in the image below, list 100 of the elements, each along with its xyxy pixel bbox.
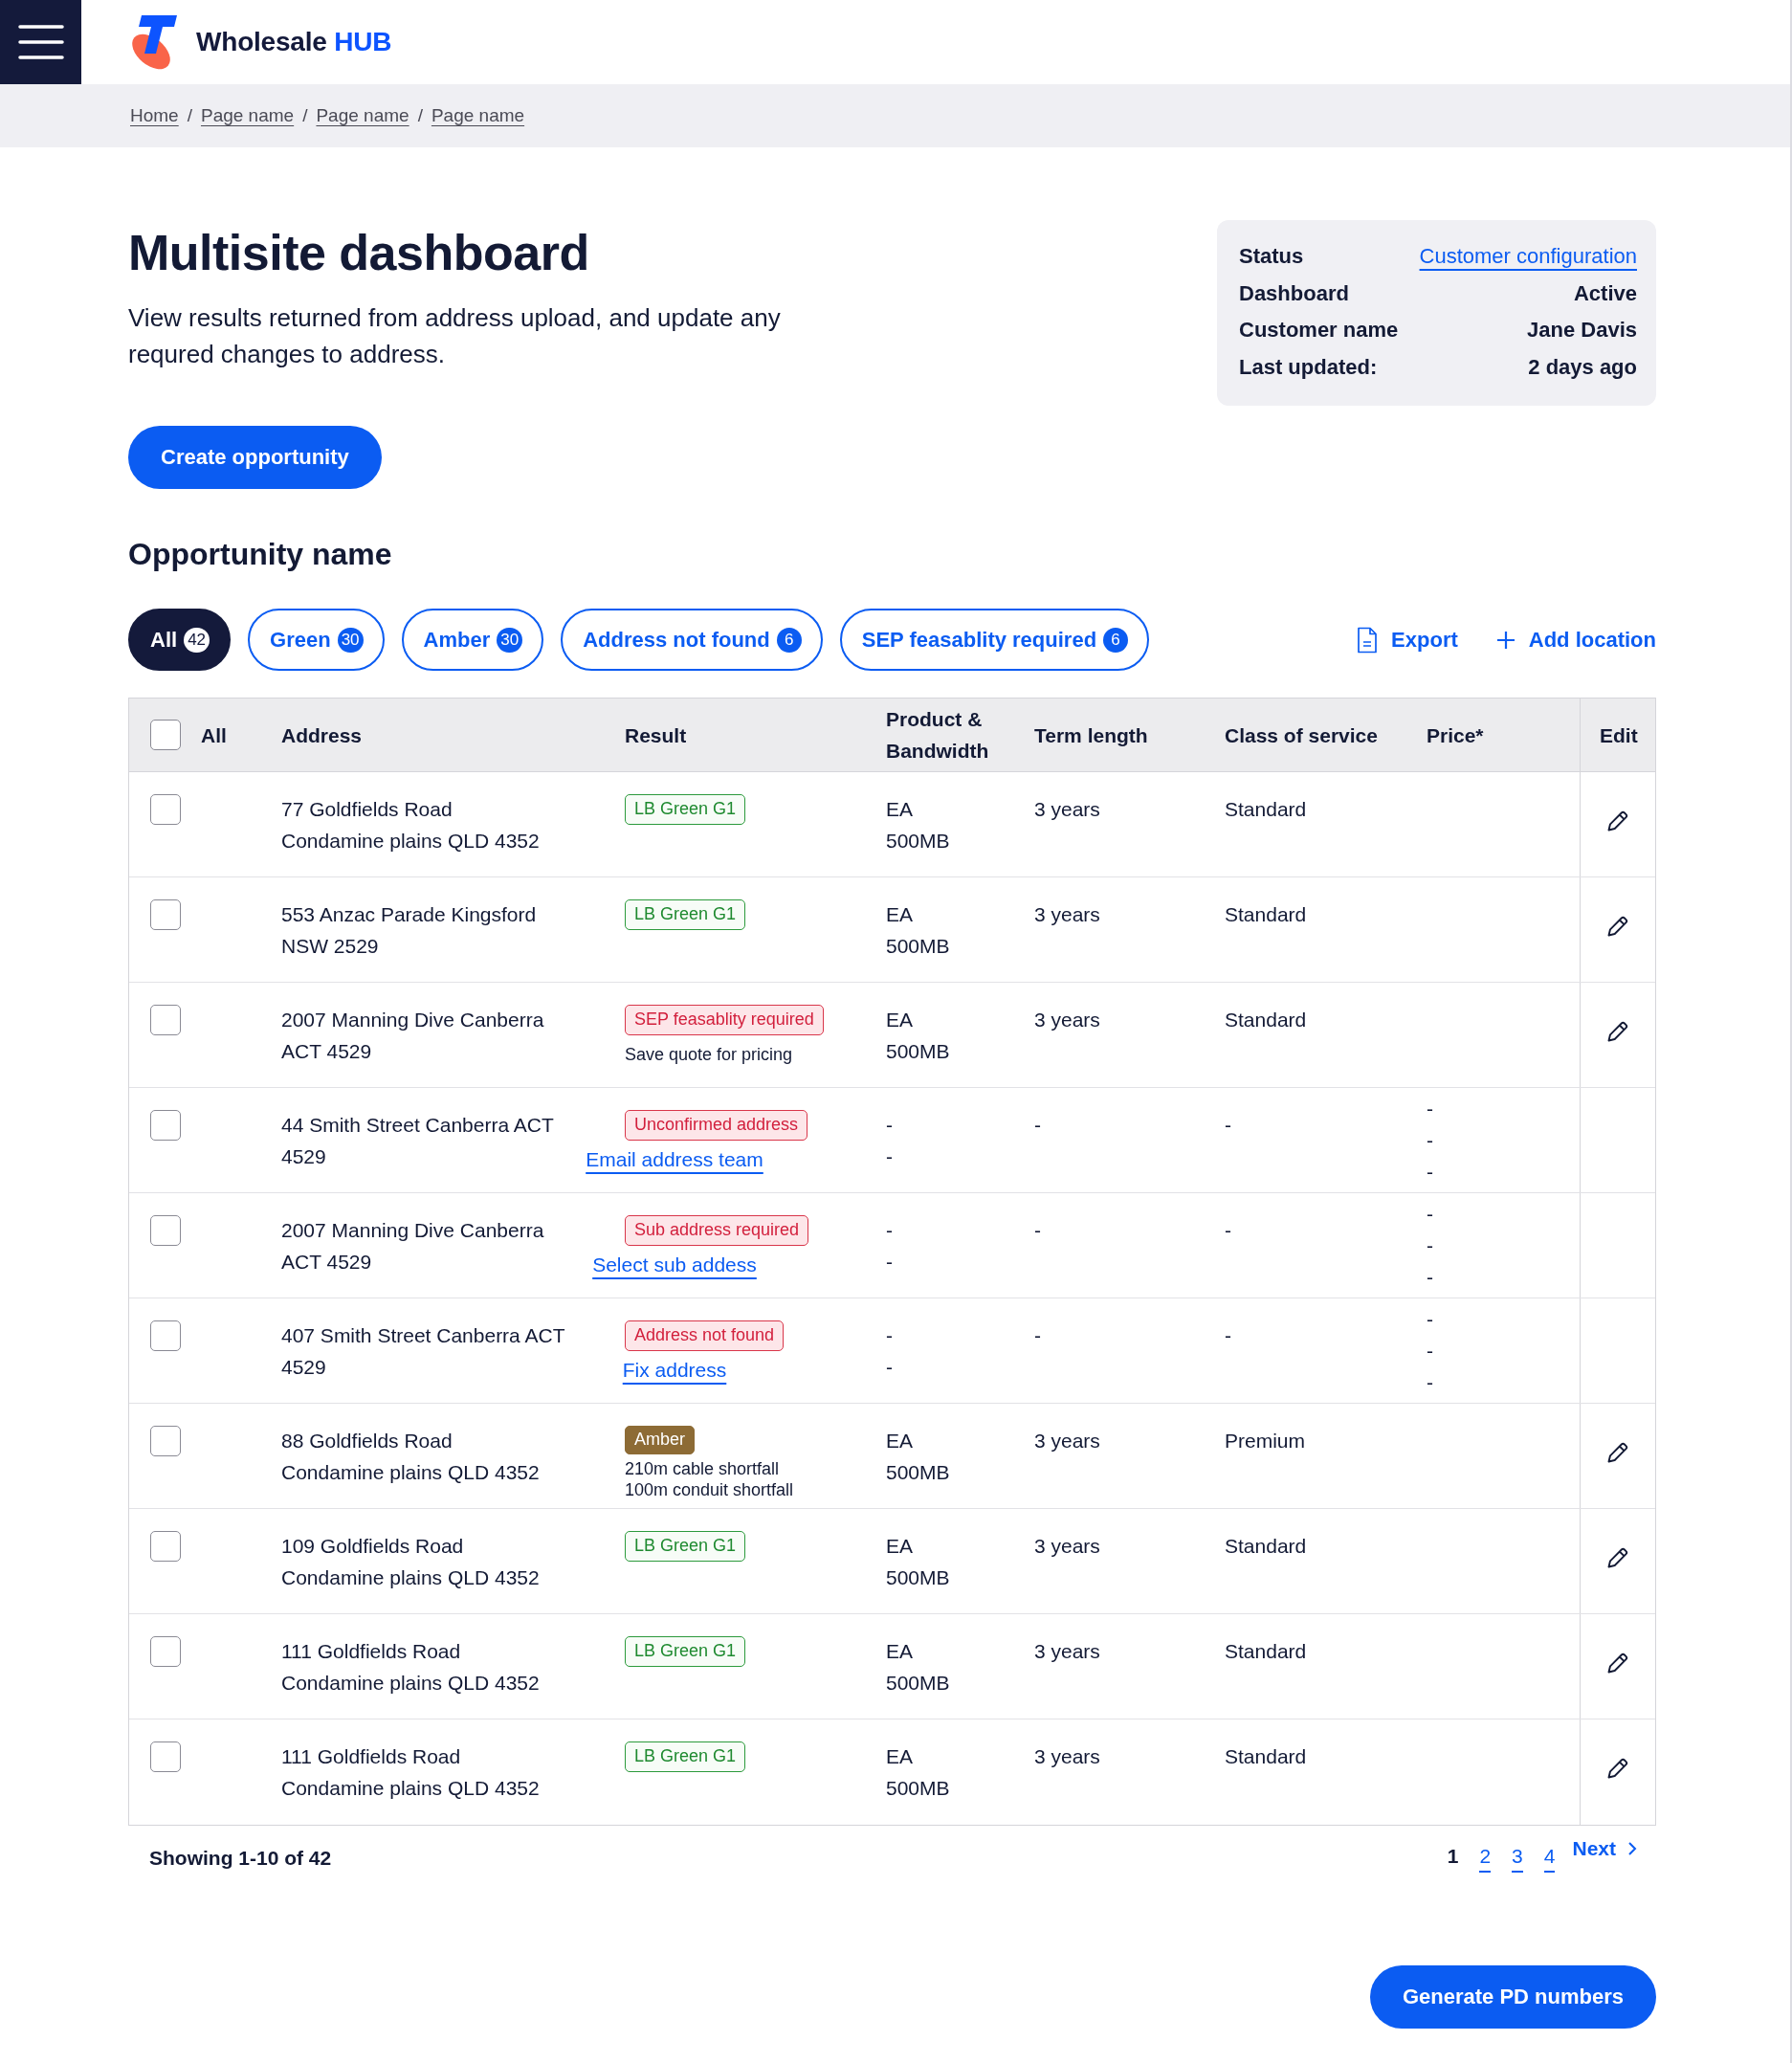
row-checkbox[interactable]: [150, 1531, 181, 1562]
result-tag: LB Green G1: [625, 1741, 746, 1772]
result-note: Save quote for pricing: [625, 1044, 793, 1065]
column-header: All: [201, 722, 227, 748]
status-value: Active: [1573, 279, 1637, 307]
page-link[interactable]: 2: [1479, 1844, 1492, 1873]
column-header: Product & Bandwidth: [886, 707, 990, 764]
service-class-cell-text: Standard: [1225, 1744, 1307, 1769]
menu-icon: [17, 25, 64, 59]
filter-chip[interactable]: Amber 30: [401, 609, 544, 671]
export-button[interactable]: Export: [1357, 626, 1458, 654]
status-label: Customer name: [1239, 317, 1399, 344]
address-cell-text: 77 Goldfields Road Condamine plains QLD 4352: [281, 797, 540, 854]
page-link[interactable]: 4: [1543, 1844, 1556, 1873]
column-header: Result: [625, 722, 687, 748]
service-class-cell-text: -: [1225, 1218, 1231, 1243]
filter-chip[interactable]: SEP feasablity required 6: [839, 609, 1150, 671]
address-cell-text: 407 Smith Street Canberra ACT 4529: [281, 1323, 565, 1380]
result-tag: LB Green G1: [625, 794, 746, 825]
brand-name: Wholesale HUB: [196, 27, 392, 57]
result-tag: Sub address required: [625, 1215, 809, 1246]
filter-chip[interactable]: All 42: [128, 609, 232, 671]
count-badge: 6: [1103, 627, 1129, 653]
row-checkbox[interactable]: [150, 1215, 181, 1246]
add-location-button[interactable]: Add location: [1495, 627, 1656, 653]
column-header: Class of service: [1225, 722, 1378, 748]
term-cell-text: 3 years: [1034, 797, 1100, 822]
column-header: Edit: [1600, 722, 1638, 748]
breadcrumb-separator: /: [417, 105, 423, 126]
address-cell-text: 2007 Manning Dive Canberra ACT 4529: [281, 1008, 544, 1064]
document-icon: [1357, 626, 1379, 654]
status-label: Dashboard: [1239, 279, 1349, 307]
filter-chip[interactable]: Address not found 6: [561, 609, 823, 671]
product-cell-text: EA 500MB: [886, 1639, 950, 1696]
next-link[interactable]: Next: [1572, 1837, 1637, 1860]
count-badge: 30: [497, 627, 523, 653]
breadcrumb-link[interactable]: Page name: [200, 105, 295, 126]
column-header: Price*: [1427, 722, 1484, 748]
action-link[interactable]: Select sub addess: [592, 1253, 757, 1276]
term-cell-text: 3 years: [1034, 1534, 1100, 1559]
status-link[interactable]: Customer configuration: [1419, 238, 1637, 276]
breadcrumb-link[interactable]: Home: [130, 105, 179, 126]
service-class-cell-text: -: [1225, 1323, 1231, 1348]
plus-icon: [1495, 630, 1515, 650]
result-tag: SEP feasablity required: [625, 1005, 824, 1035]
row-checkbox[interactable]: [150, 1110, 181, 1141]
action-link[interactable]: Email address team: [586, 1148, 763, 1170]
row-checkbox[interactable]: [150, 1741, 181, 1772]
address-cell-text: 553 Anzac Parade Kingsford NSW 2529: [281, 902, 537, 959]
term-cell-text: -: [1034, 1323, 1041, 1348]
address-cell-text: 88 Goldfields Road Condamine plains QLD 4352: [281, 1429, 540, 1485]
product-cell-text: - -: [886, 1323, 893, 1380]
product-cell-text: EA 500MB: [886, 1534, 950, 1590]
breadcrumb-link[interactable]: Page name: [316, 105, 409, 126]
service-class-cell-text: Standard: [1225, 797, 1307, 822]
address-cell-text: 111 Goldfields Road Condamine plains QLD 4352: [281, 1744, 540, 1801]
status-label: Status: [1239, 243, 1304, 270]
breadcrumb-link[interactable]: Page name: [431, 105, 525, 126]
page-link[interactable]: 3: [1512, 1844, 1523, 1873]
logo-icon: [129, 14, 177, 70]
count-badge: 30: [337, 627, 364, 653]
result-tag: Unconfirmed address: [625, 1110, 808, 1141]
row-checkbox[interactable]: [150, 1636, 181, 1667]
product-cell-text: EA 500MB: [886, 1744, 950, 1801]
term-cell-text: 3 years: [1034, 1744, 1100, 1769]
service-class-cell-text: Standard: [1225, 1639, 1307, 1664]
breadcrumb-separator: /: [187, 105, 192, 126]
row-checkbox[interactable]: [150, 1426, 181, 1456]
count-badge: 42: [184, 627, 210, 653]
row-checkbox[interactable]: [150, 794, 181, 825]
product-cell-text: - -: [886, 1218, 893, 1275]
term-cell-text: 3 years: [1034, 1429, 1100, 1453]
menu-button[interactable]: [0, 0, 81, 84]
page-description: View results returned from address upload, and update any requred changes to address.: [128, 302, 782, 370]
pencil-icon: [1605, 1756, 1630, 1781]
row-checkbox[interactable]: [150, 899, 181, 930]
price-cell-text: - - -: [1427, 1307, 1433, 1395]
section-title: Opportunity name: [128, 536, 393, 573]
select-all-checkbox[interactable]: [150, 720, 181, 750]
action-link[interactable]: Fix address: [622, 1359, 727, 1381]
result-tag: LB Green G1: [625, 1531, 746, 1562]
result-tag: LB Green G1: [625, 899, 746, 930]
address-cell-text: 111 Goldfields Road Condamine plains QLD 4352: [281, 1639, 540, 1696]
term-cell-text: -: [1034, 1113, 1041, 1138]
create-opportunity-button[interactable]: Create opportunity: [128, 426, 382, 489]
address-cell-text: 109 Goldfields Road Condamine plains QLD 4352: [281, 1534, 540, 1590]
status-value: 2 days ago: [1528, 353, 1637, 381]
product-cell-text: - -: [886, 1113, 893, 1169]
status-value: Jane Davis: [1527, 317, 1637, 344]
product-cell-text: EA 500MB: [886, 902, 950, 959]
row-checkbox[interactable]: [150, 1005, 181, 1035]
chevron-right-icon: [1627, 1841, 1637, 1856]
row-checkbox[interactable]: [150, 1320, 181, 1351]
service-class-cell-text: Standard: [1225, 902, 1307, 927]
page-link[interactable]: 1: [1447, 1844, 1459, 1873]
edit-button[interactable]: [1605, 1756, 1630, 1781]
address-cell-text: 2007 Manning Dive Canberra ACT 4529: [281, 1218, 544, 1275]
filter-chip[interactable]: Green 30: [248, 609, 385, 671]
generate-pd-numbers-button[interactable]: Generate PD numbers: [1369, 1965, 1656, 2029]
status-label: Last updated:: [1239, 353, 1378, 381]
